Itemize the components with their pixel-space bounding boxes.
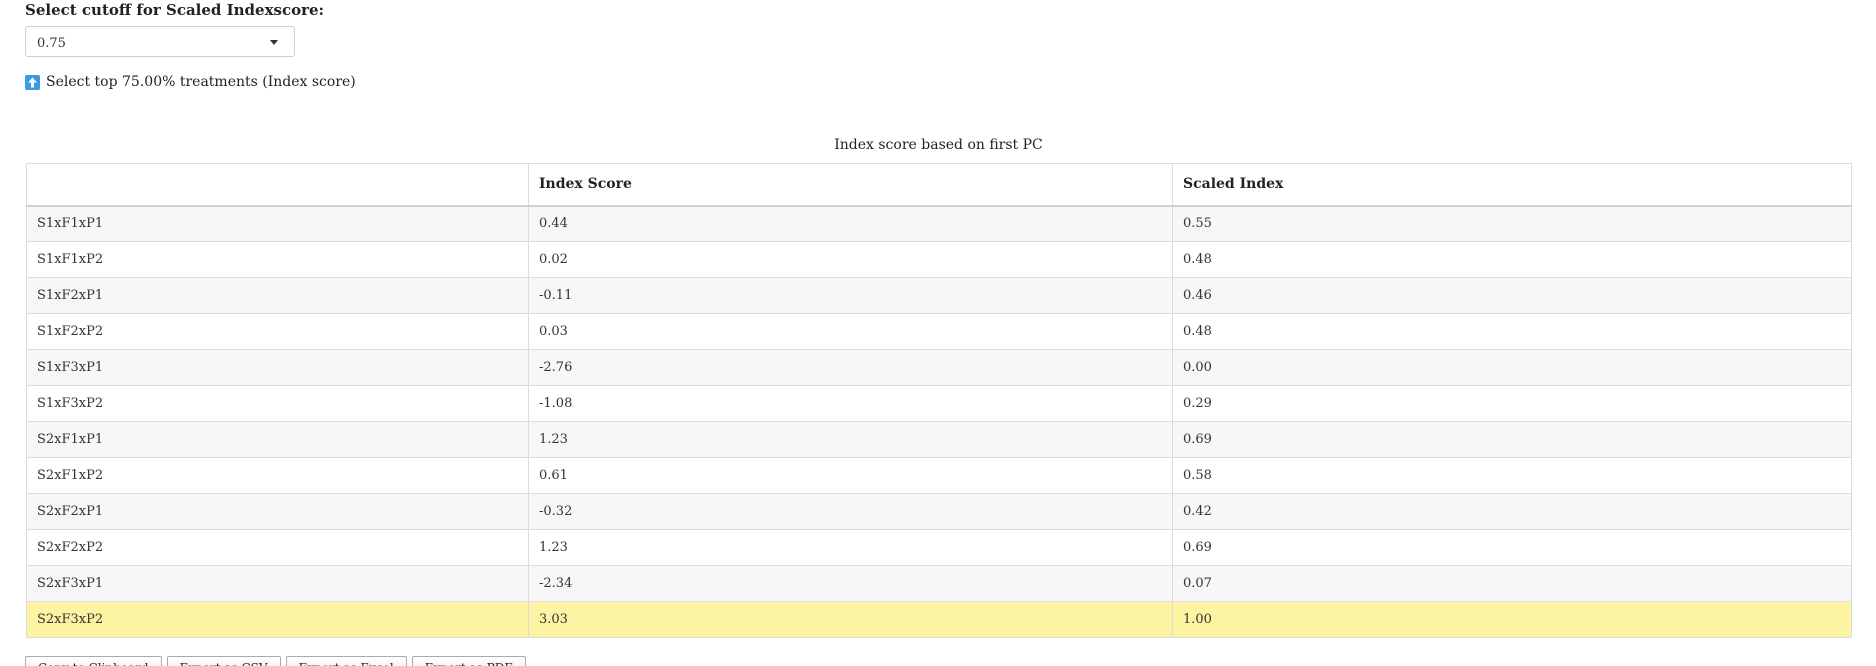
row-name-cell: S1xF3xP1 <box>26 349 529 386</box>
cutoff-hint: Select top 75.00% treatments (Index scor… <box>25 74 356 90</box>
chevron-down-icon <box>270 40 278 45</box>
index-score-cell: -0.32 <box>528 493 1173 530</box>
table-row[interactable]: S2xF3xP2 3.03 1.00 <box>26 601 1852 638</box>
row-name-cell: S1xF3xP2 <box>26 385 529 422</box>
cutoff-label: Select cutoff for Scaled Indexscore: <box>25 1 325 19</box>
scaled-index-cell: 0.58 <box>1172 457 1852 494</box>
column-header-scaled-index[interactable]: Scaled Index <box>1172 163 1852 207</box>
export-csv-button[interactable]: Export as CSV <box>166 656 281 666</box>
index-score-cell: 1.23 <box>528 529 1173 566</box>
row-name-cell: S2xF1xP2 <box>26 457 529 494</box>
table-row[interactable]: S2xF1xP2 0.61 0.58 <box>26 457 1852 494</box>
row-name-cell: S1xF2xP2 <box>26 313 529 350</box>
column-header-index-score[interactable]: Index Score <box>528 163 1173 207</box>
table-row[interactable]: S2xF1xP1 1.23 0.69 <box>26 421 1852 458</box>
row-name-cell: S2xF1xP1 <box>26 421 529 458</box>
index-score-cell: 3.03 <box>528 601 1173 638</box>
row-name-cell: S2xF2xP1 <box>26 493 529 530</box>
table-body: S1xF1xP1 0.44 0.55 S1xF1xP2 0.02 0.48 S1xF2xP1… <box>26 205 1852 638</box>
page: Select cutoff for Scaled Indexscore: 0.7… <box>0 0 1876 666</box>
index-score-cell: 0.44 <box>528 205 1173 242</box>
table-row[interactable]: S1xF3xP1 -2.76 0.00 <box>26 349 1852 386</box>
table-row[interactable]: S2xF2xP2 1.23 0.69 <box>26 529 1852 566</box>
export-excel-button[interactable]: Export as Excel <box>285 656 407 666</box>
table-row[interactable]: S2xF2xP1 -0.32 0.42 <box>26 493 1852 530</box>
row-name-cell: S2xF3xP2 <box>26 601 529 638</box>
copy-to-clipboard-button[interactable]: Copy to Clipboard <box>25 656 162 666</box>
scaled-index-cell: 0.69 <box>1172 421 1852 458</box>
row-name-cell: S2xF3xP1 <box>26 565 529 602</box>
index-score-cell: 1.23 <box>528 421 1173 458</box>
row-name-cell: S2xF2xP2 <box>26 529 529 566</box>
index-score-table: Index Score Scaled Index S1xF1xP1 0.44 0.5… <box>26 163 1852 638</box>
index-score-cell: -1.08 <box>528 385 1173 422</box>
index-score-cell: -2.34 <box>528 565 1173 602</box>
index-score-cell: 0.03 <box>528 313 1173 350</box>
row-name-cell: S1xF1xP2 <box>26 241 529 278</box>
scaled-index-cell: 1.00 <box>1172 601 1852 638</box>
up-arrow-icon <box>25 74 40 90</box>
index-score-cell: -0.11 <box>528 277 1173 314</box>
cutoff-select[interactable]: 0.75 <box>25 26 295 57</box>
row-name-cell: S1xF1xP1 <box>26 205 529 242</box>
table-caption: Index score based on first PC <box>834 137 1043 153</box>
scaled-index-cell: 0.42 <box>1172 493 1852 530</box>
cutoff-select-value: 0.75 <box>37 36 66 51</box>
table-row[interactable]: S1xF2xP2 0.03 0.48 <box>26 313 1852 350</box>
table-row[interactable]: S1xF2xP1 -0.11 0.46 <box>26 277 1852 314</box>
index-score-cell: 0.61 <box>528 457 1173 494</box>
index-score-cell: 0.02 <box>528 241 1173 278</box>
table-row[interactable]: S1xF3xP2 -1.08 0.29 <box>26 385 1852 422</box>
scaled-index-cell: 0.48 <box>1172 313 1852 350</box>
row-name-cell: S1xF2xP1 <box>26 277 529 314</box>
scaled-index-cell: 0.29 <box>1172 385 1852 422</box>
scaled-index-cell: 0.55 <box>1172 205 1852 242</box>
index-score-cell: -2.76 <box>528 349 1173 386</box>
export-pdf-button[interactable]: Export as PDF <box>411 656 526 666</box>
scaled-index-cell: 0.07 <box>1172 565 1852 602</box>
scaled-index-cell: 0.46 <box>1172 277 1852 314</box>
export-button-bar: Copy to Clipboard Export as CSV Export a… <box>25 656 526 666</box>
column-header-treatment[interactable] <box>26 163 529 207</box>
cutoff-hint-text: Select top 75.00% treatments (Index scor… <box>46 74 356 90</box>
scaled-index-cell: 0.00 <box>1172 349 1852 386</box>
table-row[interactable]: S1xF1xP1 0.44 0.55 <box>26 205 1852 242</box>
scaled-index-cell: 0.48 <box>1172 241 1852 278</box>
table-header-row: Index Score Scaled Index <box>26 163 1852 207</box>
index-score-table-wrapper: Index Score Scaled Index S1xF1xP1 0.44 0.5… <box>26 163 1852 638</box>
table-row[interactable]: S1xF1xP2 0.02 0.48 <box>26 241 1852 278</box>
scaled-index-cell: 0.69 <box>1172 529 1852 566</box>
table-row[interactable]: S2xF3xP1 -2.34 0.07 <box>26 565 1852 602</box>
